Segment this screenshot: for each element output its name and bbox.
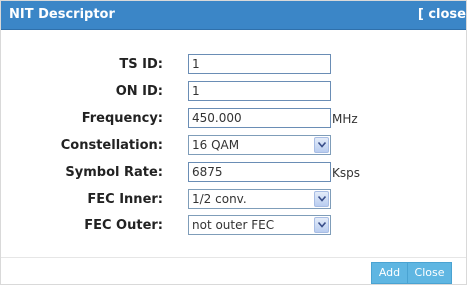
dialog-titlebar: NIT Descriptor [ close [1,1,466,30]
form-row-ts-id: TS ID: [1,54,466,76]
chevron-down-icon[interactable] [314,137,329,153]
form-row-fec-outer: FEC Outer: not outer FEC [1,215,466,237]
form-row-constellation: Constellation: 16 QAM [1,135,466,157]
fec-outer-label: FEC Outer: [84,218,163,233]
ts-id-label: TS ID: [119,57,163,72]
form-row-frequency: Frequency: MHz [1,108,466,130]
constellation-value: 16 QAM [192,138,240,152]
frequency-input[interactable] [188,108,331,128]
constellation-label: Constellation: [60,138,163,153]
on-id-label: ON ID: [115,84,163,99]
nit-descriptor-dialog: NIT Descriptor [ close TS ID: ON ID: Fre… [0,0,467,285]
chevron-down-icon[interactable] [314,191,329,207]
frequency-label: Frequency: [81,111,163,126]
close-link[interactable]: [ close [418,8,466,22]
constellation-select[interactable]: 16 QAM [188,135,331,155]
form-row-symbol-rate: Symbol Rate: Ksps [1,162,466,184]
fec-inner-value: 1/2 conv. [192,192,247,206]
dialog-title: NIT Descriptor [9,7,115,22]
form-row-fec-inner: FEC Inner: 1/2 conv. [1,189,466,211]
frequency-unit: MHz [332,112,358,126]
fec-outer-value: not outer FEC [192,218,275,232]
symbol-rate-label: Symbol Rate: [65,165,163,180]
close-button[interactable]: Close [407,262,452,284]
chevron-down-icon[interactable] [314,217,329,233]
form-row-on-id: ON ID: [1,81,466,103]
fec-outer-select[interactable]: not outer FEC [188,215,331,235]
fec-inner-label: FEC Inner: [87,192,163,207]
on-id-input[interactable] [188,81,331,101]
symbol-rate-input[interactable] [188,162,331,182]
symbol-rate-unit: Ksps [332,166,360,180]
add-button[interactable]: Add [371,262,408,284]
ts-id-input[interactable] [188,54,331,74]
footer-divider [1,257,466,258]
fec-inner-select[interactable]: 1/2 conv. [188,189,331,209]
